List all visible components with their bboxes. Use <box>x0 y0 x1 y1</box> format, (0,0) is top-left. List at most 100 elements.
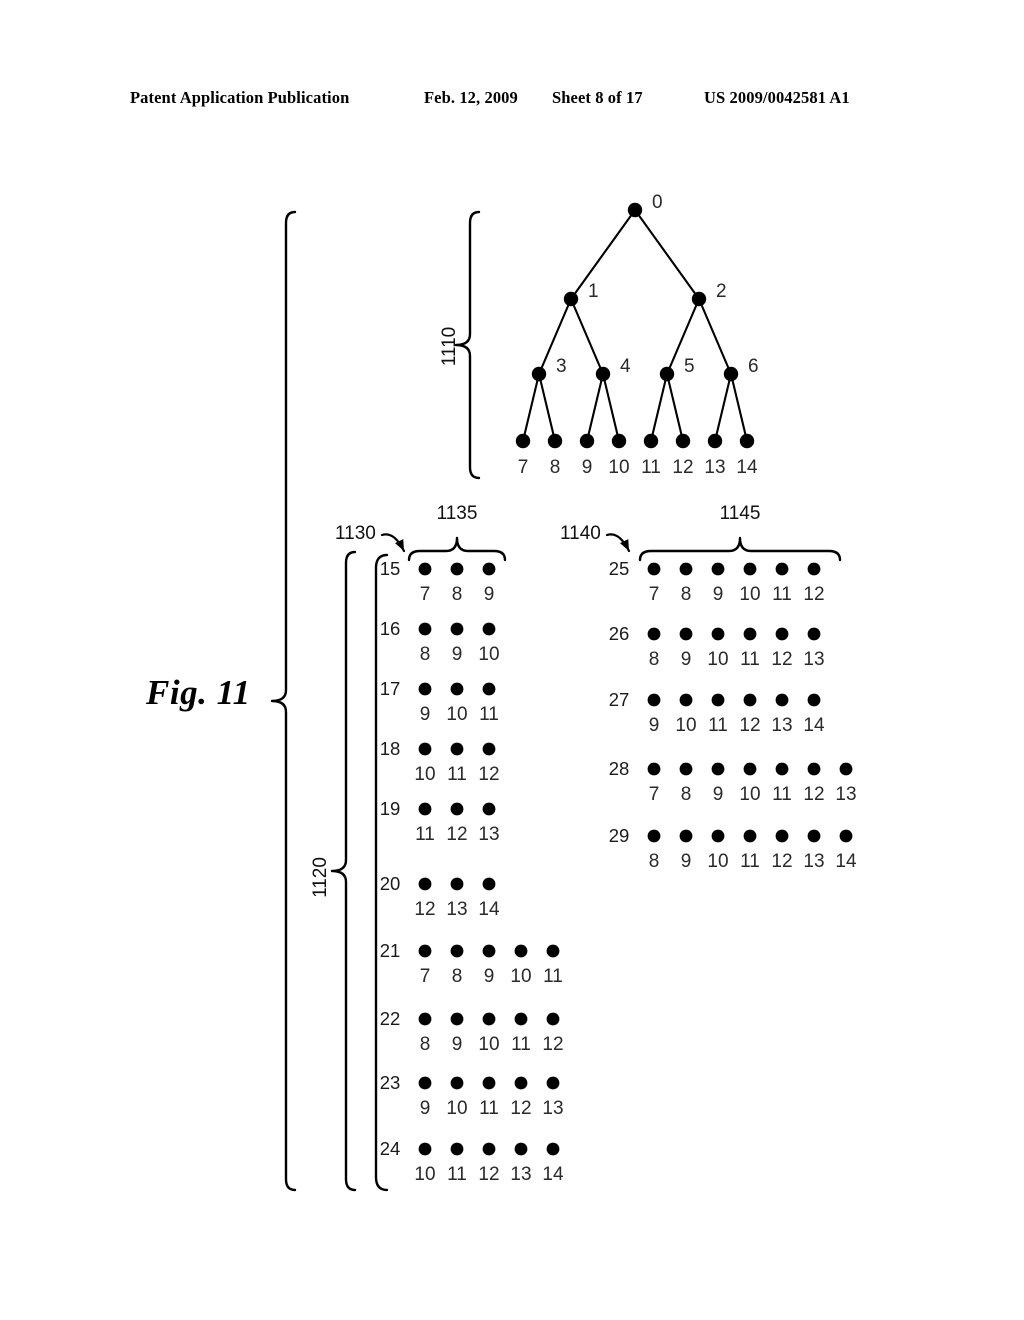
left-list-value-22-0: 8 <box>419 1034 431 1055</box>
left-list-value-16-1: 9 <box>451 644 463 665</box>
right-list-value-29-0: 8 <box>648 851 660 872</box>
right-list-value-27-4: 13 <box>771 715 793 736</box>
left-list-value-22-2: 10 <box>478 1034 500 1055</box>
left-list-value-19-1: 12 <box>446 824 468 845</box>
left-list-row-index-20: 20 <box>379 873 401 894</box>
right-list-value-29-5: 13 <box>803 851 825 872</box>
tree-node-label-13: 13 <box>704 457 726 478</box>
left-list-value-20-0: 12 <box>414 899 436 920</box>
reference-numeral-1120: 1120 <box>309 857 331 898</box>
tree-node-label-12: 12 <box>672 457 694 478</box>
left-list-value-16-2: 10 <box>478 644 500 665</box>
reference-numeral-1130: 1130 <box>335 523 376 544</box>
tree-edge-group <box>521 208 749 443</box>
left-list-value-17-2: 11 <box>479 704 499 725</box>
right-list-value-29-6: 14 <box>835 851 857 872</box>
right-list-value-25-2: 9 <box>712 584 724 605</box>
tree-node-label-5: 5 <box>684 356 695 377</box>
left-list-value-16-0: 8 <box>419 644 431 665</box>
right-list-value-28-3: 10 <box>739 784 761 805</box>
tree-node-label-9: 9 <box>581 457 593 478</box>
leader-arrow-1130 <box>380 533 406 553</box>
left-list-value-18-2: 12 <box>478 764 500 785</box>
left-list-value-19-0: 11 <box>415 824 435 845</box>
left-list-row-index-23: 23 <box>379 1072 401 1093</box>
left-list-value-24-0: 10 <box>414 1164 436 1185</box>
right-list-value-26-0: 8 <box>648 649 660 670</box>
left-list-value-24-3: 13 <box>510 1164 532 1185</box>
tree-node-label-1: 1 <box>588 281 599 302</box>
right-list-value-25-4: 11 <box>772 584 792 605</box>
left-list-value-18-0: 10 <box>414 764 436 785</box>
tree-node-label-10: 10 <box>608 457 630 478</box>
tree-node-label-2: 2 <box>716 281 727 302</box>
left-list-value-18-1: 11 <box>447 764 467 785</box>
right-list-value-26-4: 12 <box>771 649 793 670</box>
right-list-value-25-5: 12 <box>803 584 825 605</box>
right-list-value-27-3: 12 <box>739 715 761 736</box>
right-list-value-29-4: 12 <box>771 851 793 872</box>
left-list-row-index-21: 21 <box>379 940 401 961</box>
left-list-value-15-1: 8 <box>451 584 463 605</box>
right-list-value-27-1: 10 <box>675 715 697 736</box>
right-list-value-25-0: 7 <box>648 584 660 605</box>
right-list-value-28-1: 8 <box>680 784 692 805</box>
right-list-value-26-2: 10 <box>707 649 729 670</box>
left-list-value-20-1: 13 <box>446 899 468 920</box>
left-list-row-index-15: 15 <box>379 558 401 579</box>
tree-node-label-0: 0 <box>652 192 663 213</box>
brace-1120-lists <box>330 550 357 1192</box>
left-list-value-17-1: 10 <box>446 704 468 725</box>
brace-1135-left-columns <box>407 536 507 562</box>
left-list-value-22-3: 11 <box>511 1034 531 1055</box>
left-list-value-21-0: 7 <box>419 966 431 987</box>
right-list-value-26-5: 13 <box>803 649 825 670</box>
reference-numeral-1135: 1135 <box>436 503 478 524</box>
tree-node-label-8: 8 <box>549 457 561 478</box>
left-list-value-24-4: 14 <box>542 1164 564 1185</box>
right-list-value-25-1: 8 <box>680 584 692 605</box>
brace-figure-11 <box>270 210 297 1192</box>
left-list-value-23-4: 13 <box>542 1098 564 1119</box>
left-list-row-index-22: 22 <box>379 1008 401 1029</box>
leader-arrow-1140 <box>605 533 631 553</box>
tree-node-group <box>515 202 755 449</box>
left-list-value-17-0: 9 <box>419 704 431 725</box>
right-list-value-29-1: 9 <box>680 851 692 872</box>
left-list-value-23-3: 12 <box>510 1098 532 1119</box>
right-list-value-27-0: 9 <box>648 715 660 736</box>
left-list-value-19-2: 13 <box>478 824 500 845</box>
left-list-value-22-4: 12 <box>542 1034 564 1055</box>
right-list-row-index-27: 27 <box>608 689 630 710</box>
tree-node-label-11: 11 <box>641 457 661 478</box>
left-list-value-23-2: 11 <box>479 1098 499 1119</box>
right-list-value-27-5: 14 <box>803 715 825 736</box>
tree-node-label-3: 3 <box>556 356 567 377</box>
right-list-value-27-2: 11 <box>708 715 728 736</box>
right-list-row-index-29: 29 <box>608 825 630 846</box>
right-list-row-index-25: 25 <box>608 558 630 579</box>
figure-drawing <box>270 202 853 1192</box>
right-list-value-26-3: 11 <box>740 649 760 670</box>
left-list-value-23-0: 9 <box>419 1098 431 1119</box>
left-list-row-index-17: 17 <box>379 678 401 699</box>
right-list-value-28-2: 9 <box>712 784 724 805</box>
left-list-value-15-0: 7 <box>419 584 431 605</box>
right-list-row-index-26: 26 <box>608 623 630 644</box>
left-list-row-index-16: 16 <box>379 618 401 639</box>
right-list-value-28-5: 12 <box>803 784 825 805</box>
left-list-value-21-3: 10 <box>510 966 532 987</box>
right-list-value-26-1: 9 <box>680 649 692 670</box>
right-list-value-28-4: 11 <box>772 784 792 805</box>
right-list-value-25-3: 10 <box>739 584 761 605</box>
left-list-row-index-18: 18 <box>379 738 401 759</box>
left-list-value-24-2: 12 <box>478 1164 500 1185</box>
tree-node-label-7: 7 <box>517 457 529 478</box>
right-list-value-28-6: 13 <box>835 784 857 805</box>
right-list-value-29-3: 11 <box>740 851 760 872</box>
tree-node-label-6: 6 <box>748 356 759 377</box>
right-list-value-28-0: 7 <box>648 784 660 805</box>
left-list-value-20-2: 14 <box>478 899 500 920</box>
left-list-value-23-1: 10 <box>446 1098 468 1119</box>
left-list-value-21-4: 11 <box>543 966 563 987</box>
